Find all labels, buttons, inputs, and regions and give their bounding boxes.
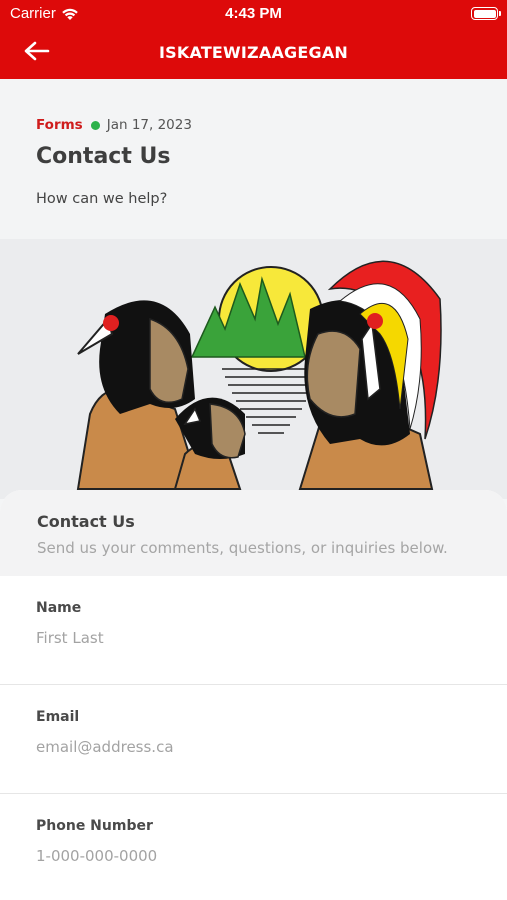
app-header: Carrier 4:43 PM ISKATEWIZAAGEGAN: [0, 0, 507, 79]
email-label: Email: [36, 709, 80, 725]
name-label: Name: [36, 600, 82, 616]
name-input[interactable]: [36, 629, 466, 647]
name-field: Name: [0, 576, 507, 685]
phone-field: Phone Number: [0, 794, 507, 900]
community-logo-illustration: [76, 260, 442, 490]
form-description: Send us your comments, questions, or inq…: [37, 539, 448, 557]
phone-label: Phone Number: [36, 818, 153, 834]
email-input[interactable]: [36, 738, 466, 756]
hero-image: [0, 239, 507, 499]
battery-icon: [471, 7, 501, 20]
status-bar: Carrier 4:43 PM: [0, 4, 507, 24]
status-time: 4:43 PM: [225, 5, 282, 22]
email-field: Email: [0, 685, 507, 794]
form-title: Contact Us: [37, 512, 135, 531]
phone-input[interactable]: [36, 847, 466, 865]
page-subtitle: How can we help?: [36, 191, 168, 207]
form-header: Contact Us Send us your comments, questi…: [0, 490, 507, 576]
contact-form-card: Contact Us Send us your comments, questi…: [0, 490, 507, 900]
category-label[interactable]: Forms: [36, 117, 83, 133]
article-date: Jan 17, 2023: [106, 117, 192, 133]
page-title: Contact Us: [36, 144, 171, 169]
article-intro: Forms Jan 17, 2023 Contact Us How can we…: [0, 79, 507, 239]
app-title: ISKATEWIZAAGEGAN: [159, 43, 348, 62]
article-meta: Forms Jan 17, 2023: [36, 117, 192, 133]
status-dot-icon: [90, 120, 100, 130]
